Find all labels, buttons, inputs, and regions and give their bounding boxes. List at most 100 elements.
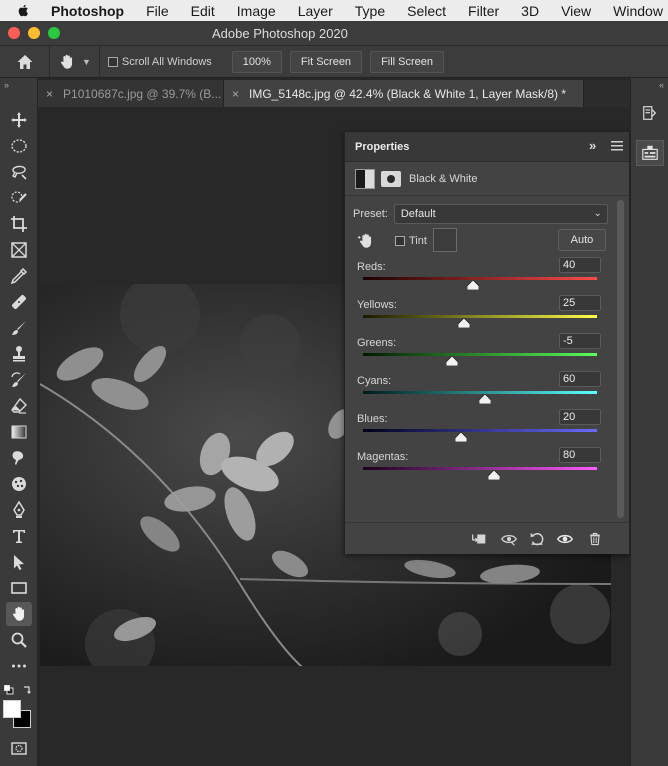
panel-scrollbar[interactable] (617, 200, 624, 518)
targeted-adjustment-button[interactable] (357, 232, 375, 253)
slider-track[interactable] (363, 315, 597, 318)
slider-value-field[interactable]: 40 (559, 257, 601, 273)
path-selection-tool[interactable] (6, 550, 32, 574)
slider-value-field[interactable]: 25 (559, 295, 601, 311)
home-button[interactable] (0, 45, 50, 78)
slider-thumb[interactable] (487, 469, 501, 481)
menu-filter[interactable]: Filter (468, 3, 499, 19)
tint-checkbox[interactable]: Tint (395, 235, 427, 247)
swap-colors-icon[interactable] (22, 684, 32, 694)
zoom-100-button[interactable]: 100% (231, 50, 282, 73)
scroll-all-windows-checkbox[interactable]: Scroll All Windows (107, 56, 212, 68)
slider-track[interactable] (363, 467, 597, 470)
smudge-tool[interactable] (6, 446, 32, 470)
slider-thumb[interactable] (466, 279, 480, 291)
dodge-tool[interactable] (6, 472, 32, 496)
eraser-tool[interactable] (6, 394, 32, 418)
hand-tool[interactable] (6, 602, 32, 626)
slider-thumb[interactable] (478, 393, 492, 405)
lasso-tool[interactable] (6, 160, 32, 184)
menu-view[interactable]: View (561, 3, 591, 19)
menu-edit[interactable]: Edit (191, 3, 215, 19)
close-tab-icon[interactable]: × (232, 87, 239, 101)
slider-thumb[interactable] (457, 317, 471, 329)
eraser-icon (11, 397, 27, 414)
zoom-tool[interactable] (6, 628, 32, 652)
view-previous-state-button[interactable] (499, 529, 519, 549)
menu-file[interactable]: File (146, 3, 169, 19)
default-colors-icon[interactable] (4, 684, 14, 695)
toggle-visibility-button[interactable] (555, 529, 575, 549)
slider-track[interactable] (363, 429, 597, 432)
quick-mask-button[interactable] (6, 736, 32, 760)
eyedropper-tool[interactable] (6, 264, 32, 288)
tab-p1010687c[interactable]: × P1010687c.jpg @ 39.7% (B... (38, 80, 224, 107)
slider-cyans[interactable]: Cyans: 60 (357, 371, 601, 409)
tool-preset-picker[interactable]: ▼ (50, 45, 100, 78)
move-tool[interactable] (6, 108, 32, 132)
tab-img-5148c[interactable]: × IMG_5148c.jpg @ 42.4% (Black & White 1… (224, 80, 584, 107)
foreground-color-swatch[interactable] (3, 700, 21, 718)
slider-reds[interactable]: Reds: 40 (357, 257, 601, 295)
menu-app-name[interactable]: Photoshop (51, 3, 124, 19)
layer-mask-icon[interactable] (381, 170, 401, 187)
properties-panel-button[interactable] (636, 140, 664, 166)
menu-bar: Photoshop File Edit Image Layer Type Sel… (0, 0, 668, 21)
slider-yellows[interactable]: Yellows: 25 (357, 295, 601, 333)
properties-title[interactable]: Properties (355, 141, 409, 153)
more-dots-icon (12, 664, 26, 668)
right-panel-dock: « (630, 78, 668, 766)
collapse-tools-icon[interactable]: » (0, 78, 37, 92)
panel-menu-icon[interactable] (611, 141, 623, 151)
slider-track[interactable] (363, 353, 597, 356)
apple-icon[interactable] (16, 3, 31, 19)
slider-value-field[interactable]: 80 (559, 447, 601, 463)
frame-tool[interactable] (6, 238, 32, 262)
type-tool[interactable] (6, 524, 32, 548)
pen-icon (13, 501, 25, 518)
slider-value-field[interactable]: -5 (559, 333, 601, 349)
reset-adjustment-button[interactable] (527, 529, 547, 549)
pen-tool[interactable] (6, 498, 32, 522)
slider-value-field[interactable]: 20 (559, 409, 601, 425)
delete-adjustment-button[interactable] (585, 529, 605, 549)
clone-stamp-tool[interactable] (6, 342, 32, 366)
slider-thumb[interactable] (445, 355, 459, 367)
brush-tool[interactable] (6, 316, 32, 340)
history-icon (643, 106, 657, 120)
rectangle-tool[interactable] (6, 576, 32, 600)
collapse-panel-icon[interactable]: » (589, 138, 596, 153)
slider-thumb[interactable] (454, 431, 468, 443)
fill-screen-button[interactable]: Fill Screen (370, 50, 445, 73)
slider-greens[interactable]: Greens: -5 (357, 333, 601, 371)
fit-screen-button[interactable]: Fit Screen (289, 50, 363, 73)
healing-brush-tool[interactable] (6, 290, 32, 314)
menu-select[interactable]: Select (407, 3, 446, 19)
menu-image[interactable]: Image (237, 3, 276, 19)
menu-3d[interactable]: 3D (521, 3, 539, 19)
history-panel-button[interactable] (639, 102, 661, 124)
menu-layer[interactable]: Layer (298, 3, 333, 19)
crop-tool[interactable] (6, 212, 32, 236)
slider-track[interactable] (363, 277, 597, 280)
slider-blues[interactable]: Blues: 20 (357, 409, 601, 447)
expand-dock-icon[interactable]: « (631, 78, 668, 92)
edit-toolbar-button[interactable] (6, 654, 32, 678)
black-white-adjustment-icon[interactable] (355, 168, 375, 189)
menu-type[interactable]: Type (355, 3, 385, 19)
menu-window[interactable]: Window (613, 3, 663, 19)
eye-previous-icon (501, 534, 517, 546)
close-tab-icon[interactable]: × (46, 87, 53, 101)
tab-label: IMG_5148c.jpg @ 42.4% (Black & White 1, … (249, 86, 566, 101)
clip-to-layer-button[interactable] (469, 529, 489, 549)
marquee-tool[interactable] (6, 134, 32, 158)
history-brush-tool[interactable] (6, 368, 32, 392)
auto-button[interactable]: Auto (558, 229, 606, 251)
chevron-down-icon: ▼ (82, 56, 91, 67)
slider-value-field[interactable]: 60 (559, 371, 601, 387)
quick-selection-tool[interactable] (6, 186, 32, 210)
slider-magentas[interactable]: Magentas: 80 (357, 447, 601, 485)
tint-color-swatch[interactable] (433, 228, 457, 252)
preset-dropdown[interactable]: Default ⌄ (393, 204, 608, 224)
gradient-tool[interactable] (6, 420, 32, 444)
